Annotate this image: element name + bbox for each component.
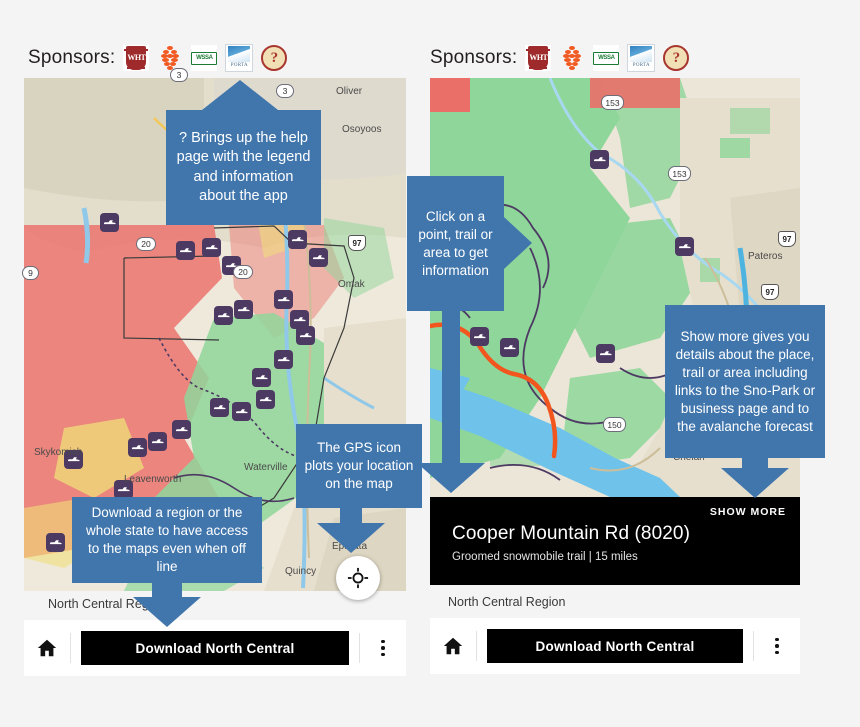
help-callout-arrow-up: [202, 80, 278, 110]
wssa-logo-icon: WSSA: [593, 45, 620, 71]
home-icon: [443, 637, 463, 655]
overflow-menu-button[interactable]: [360, 639, 406, 657]
wssa-logo-text: WSSA: [196, 55, 213, 61]
us-highway-shield: 97: [348, 235, 366, 251]
highway-shield: 3: [276, 84, 294, 98]
show-more-callout-arrow-down: [721, 468, 789, 498]
right-screenshot-panel: Sponsors: WSSA PORTA ?: [407, 0, 860, 727]
map-label-omak: Omak: [338, 279, 365, 290]
porta-logo-icon: PORTA: [225, 44, 254, 72]
snowmobile-marker[interactable]: [100, 213, 119, 232]
download-callout: Download a region or the whole state to …: [72, 497, 262, 583]
snowmobile-marker[interactable]: [309, 248, 328, 267]
feature-subtitle: Groomed snowmobile trail | 15 miles: [452, 551, 638, 563]
highway-shield: 20: [233, 265, 253, 279]
highway-shield: 150: [603, 417, 626, 432]
snowmobile-marker[interactable]: [500, 338, 519, 357]
map-label-waterville: Waterville: [244, 462, 288, 473]
click-callout-arrow-right: [504, 217, 532, 269]
highway-shield: 3: [170, 68, 188, 82]
help-button[interactable]: ?: [261, 45, 288, 71]
wht-logo-icon: [525, 45, 552, 71]
snowmobile-marker[interactable]: [675, 237, 694, 256]
us-highway-shield: 97: [778, 231, 796, 247]
snowmobile-marker[interactable]: [202, 238, 221, 257]
map-label-skykomish: Skykomish: [34, 447, 83, 458]
snowmobile-marker[interactable]: [232, 402, 251, 421]
snowmobile-marker[interactable]: [210, 398, 229, 417]
divider: [476, 631, 477, 661]
home-icon: [37, 639, 57, 657]
snowmobile-marker[interactable]: [274, 350, 293, 369]
left-sponsor-row: Sponsors: WSSA PORTA ?: [28, 44, 288, 72]
snowmobile-marker[interactable]: [148, 432, 167, 451]
porta-logo-icon: PORTA: [627, 44, 656, 72]
wssa-logo-text: WSSA: [598, 55, 615, 61]
click-callout: Click on a point, trail or area to get i…: [407, 176, 504, 311]
show-more-button[interactable]: SHOW MORE: [710, 506, 786, 518]
highway-shield: 9: [22, 266, 39, 280]
porta-logo-text: PORTA: [230, 63, 248, 68]
divider: [70, 633, 71, 663]
selected-trail-marker[interactable]: [470, 327, 489, 346]
pinecone-logo-icon: [559, 45, 585, 71]
home-button[interactable]: [430, 635, 476, 657]
snowmobile-marker[interactable]: [256, 390, 275, 409]
right-app-bar: Download North Central: [430, 618, 800, 674]
snowmobile-marker[interactable]: [252, 368, 271, 387]
download-region-button[interactable]: Download North Central: [81, 631, 349, 665]
snowmobile-marker[interactable]: [214, 306, 233, 325]
left-screenshot-panel: Sponsors: WSSA PORTA ?: [0, 0, 430, 727]
help-button[interactable]: ?: [663, 45, 690, 71]
snowmobile-marker[interactable]: [296, 326, 315, 345]
gps-callout-arrow-down: [317, 523, 385, 553]
gps-callout: The GPS icon plots your location on the …: [296, 424, 422, 508]
snowmobile-marker[interactable]: [176, 241, 195, 260]
sponsors-label: Sponsors:: [430, 47, 518, 68]
snowmobile-marker[interactable]: [172, 420, 191, 439]
snowmobile-marker[interactable]: [274, 290, 293, 309]
snowmobile-marker[interactable]: [46, 533, 65, 552]
map-label-pateros: Pateros: [748, 251, 783, 262]
snowmobile-marker[interactable]: [288, 230, 307, 249]
help-question-mark: ?: [270, 49, 279, 66]
show-more-callout: Show more gives you details about the pl…: [665, 305, 825, 458]
download-region-button[interactable]: Download North Central: [487, 629, 743, 663]
map-label-quincy: Quincy: [285, 566, 317, 577]
map-label-oliver: Oliver: [336, 86, 363, 97]
wht-logo-icon: [123, 45, 150, 71]
overflow-menu-button[interactable]: [754, 637, 800, 655]
sponsors-label: Sponsors:: [28, 47, 116, 68]
feature-info-card: SHOW MORE Cooper Mountain Rd (8020) Groo…: [430, 497, 800, 585]
snowmobile-marker[interactable]: [596, 344, 615, 363]
gps-crosshair-icon: [347, 567, 369, 589]
right-region-label: North Central Region: [448, 595, 566, 609]
snowmobile-marker[interactable]: [234, 300, 253, 319]
map-label-osoyoos: Osoyoos: [342, 124, 382, 135]
download-callout-arrow-down: [133, 597, 201, 627]
right-sponsor-row: Sponsors: WSSA PORTA ?: [430, 44, 690, 72]
help-question-mark: ?: [672, 49, 681, 66]
highway-shield: 153: [668, 166, 691, 181]
highway-shield: 20: [136, 237, 156, 251]
left-app-bar: Download North Central: [24, 620, 406, 676]
porta-logo-text: PORTA: [632, 63, 650, 68]
click-callout-arrow-down: [417, 463, 485, 493]
snowmobile-marker[interactable]: [128, 438, 147, 457]
help-callout: ? Brings up the help page with the legen…: [166, 110, 321, 225]
snowmobile-marker[interactable]: [590, 150, 609, 169]
map-label-leavenworth: Leavenworth: [124, 474, 182, 485]
gps-button[interactable]: [336, 556, 380, 600]
us-highway-shield: 97: [761, 284, 779, 300]
home-button[interactable]: [24, 637, 70, 659]
click-callout-stem: [442, 311, 460, 482]
highway-shield: 153: [601, 95, 624, 110]
wssa-logo-icon: WSSA: [191, 45, 218, 71]
feature-title: Cooper Mountain Rd (8020): [452, 523, 691, 544]
